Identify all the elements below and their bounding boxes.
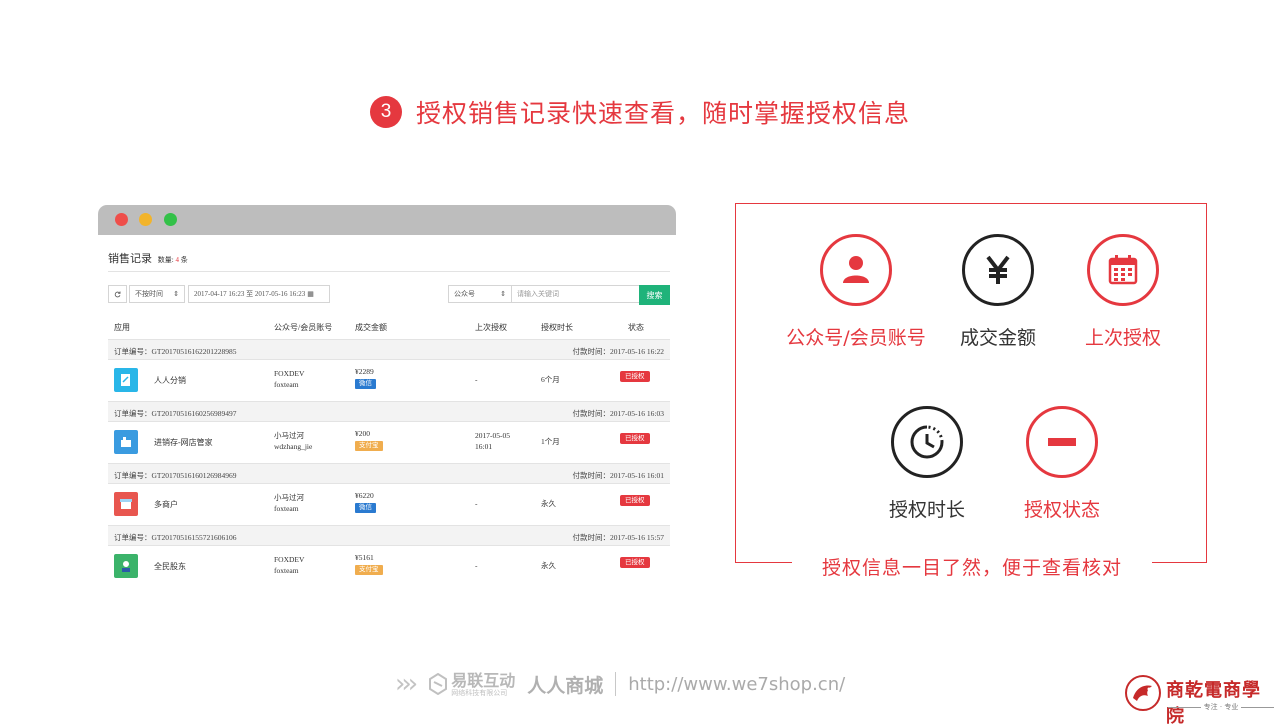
app-icon [114, 430, 138, 454]
duration-cell: 1个月 [541, 437, 560, 446]
order-row: 订单编号：GT20170516160256989497 付款时间：2017-05… [108, 401, 670, 422]
filter-bar: 不按时间 ⇕ 2017-04-17 16:23 至 2017-05-16 16:2… [108, 285, 670, 305]
duration-cell: 6个月 [541, 375, 560, 384]
account-cell: 小马过河 wdzhang_jie [274, 431, 313, 451]
col-amount: 成交金额 [355, 323, 387, 332]
amount-cell: ¥6220 微信 [355, 490, 376, 513]
feature-status: 授权状态 [992, 406, 1132, 522]
status-badge: 已授权 [620, 371, 650, 382]
pay-method-badge: 支付宝 [355, 441, 383, 451]
refresh-button[interactable] [108, 285, 127, 303]
brand-logo-yilian: 易联互动 网络科技有限公司 [428, 672, 515, 697]
title-text: 授权销售记录快速查看，随时掌握授权信息 [415, 99, 910, 128]
feature-last-auth: 上次授权 [1053, 234, 1193, 350]
calendar-icon [1087, 234, 1159, 306]
search-type-select[interactable]: 公众号 ⇕ [448, 285, 512, 303]
yen-icon [962, 234, 1034, 306]
status-badge: 已授权 [620, 433, 650, 444]
academy-emblem-icon [1125, 675, 1161, 711]
calendar-small-icon: ▦ [307, 290, 314, 298]
search-input[interactable]: 请输入关键词 [511, 285, 641, 303]
academy-logo: 商乾電商學院 专注 · 专业 [1124, 674, 1274, 727]
app-name: 进销存-网店管家 [154, 438, 213, 447]
last-auth-cell: - [475, 375, 478, 384]
feature-duration: 授权时长 [857, 406, 997, 522]
record-header: 销售记录 数量: 4 条 [108, 250, 670, 272]
amount-cell: ¥2289 微信 [355, 366, 376, 389]
close-window-button[interactable] [115, 213, 128, 226]
amount-cell: ¥200 支付宝 [355, 428, 383, 451]
record-count: 数量: 4 条 [157, 256, 188, 264]
brand-logo-renren: 人人商城 [527, 674, 604, 697]
order-row: 订单编号：GT20170516155721606106 付款时间：2017-05… [108, 525, 670, 546]
pay-method-badge: 支付宝 [355, 565, 383, 575]
feature-account: 公众号/会员账号 [786, 234, 926, 350]
app-icon [114, 492, 138, 516]
browser-window: 销售记录 数量: 4 条 不按时间 ⇕ 2017-04-17 16:23 至 20… [98, 205, 676, 590]
last-auth-cell: - [475, 499, 478, 508]
footer-arrows: ››› [395, 669, 418, 699]
last-auth-cell: 2017-05-05 16:01 [475, 431, 510, 451]
table-row[interactable]: 进销存-网店管家 小马过河 wdzhang_jie ¥200 支付宝 2017-05… [108, 422, 670, 462]
app-name: 人人分销 [154, 376, 186, 385]
window-titlebar [98, 205, 676, 235]
col-last-auth: 上次授权 [475, 323, 507, 332]
footer: ››› 易联互动 网络科技有限公司 人人商城 http://www.we7sho… [395, 667, 845, 701]
user-icon [820, 234, 892, 306]
col-app: 应用 [114, 323, 130, 332]
sales-record-page: 销售记录 数量: 4 条 不按时间 ⇕ 2017-04-17 16:23 至 20… [98, 235, 676, 590]
amount-cell: ¥5161 支付宝 [355, 552, 383, 575]
feature-amount: 成交金额 [928, 234, 1068, 350]
status-badge: 已授权 [620, 495, 650, 506]
account-cell: FOXDEV foxteam [274, 555, 305, 575]
pay-method-badge: 微信 [355, 379, 376, 389]
duration-cell: 永久 [541, 499, 556, 508]
feature-panel: 公众号/会员账号 成交金额 上次授权 授权时长 授权状态 授权信息一目了然，便于… [735, 203, 1207, 580]
maximize-window-button[interactable] [164, 213, 177, 226]
app-name: 多商户 [154, 500, 178, 509]
website-link[interactable]: http://www.we7shop.cn/ [628, 674, 845, 695]
time-filter-select[interactable]: 不按时间 ⇕ [129, 285, 185, 303]
account-cell: 小马过河 foxteam [274, 493, 304, 513]
minimize-window-button[interactable] [139, 213, 152, 226]
table-row[interactable]: 人人分销 FOXDEV foxteam ¥2289 微信 - 6个月 已授权 [108, 360, 670, 400]
slide-title: 3 授权销售记录快速查看，随时掌握授权信息 [0, 94, 1280, 130]
record-title: 销售记录 [108, 253, 152, 265]
col-status: 状态 [628, 323, 644, 332]
duration-cell: 永久 [541, 561, 556, 570]
yilian-logo-icon [429, 673, 448, 695]
select-arrows-icon: ⇕ [500, 290, 506, 298]
clock-icon [891, 406, 963, 478]
date-range-picker[interactable]: 2017-04-17 16:23 至 2017-05-16 16:23 ▦ [188, 285, 330, 303]
table-header: 应用 公众号/会员账号 成交金额 上次授权 授权时长 状态 [108, 322, 670, 338]
status-badge: 已授权 [620, 557, 650, 568]
table-row[interactable]: 全民股东 FOXDEV foxteam ¥5161 支付宝 - 永久 已授权 [108, 546, 670, 586]
col-account: 公众号/会员账号 [274, 323, 333, 332]
order-row: 订单编号：GT20170516160126984969 付款时间：2017-05… [108, 463, 670, 484]
table-row[interactable]: 多商户 小马过河 foxteam ¥6220 微信 - 永久 已授权 [108, 484, 670, 524]
app-name: 全民股东 [154, 562, 186, 571]
app-icon [114, 554, 138, 578]
account-cell: FOXDEV foxteam [274, 369, 305, 389]
footer-divider [615, 672, 617, 696]
pay-method-badge: 微信 [355, 503, 376, 513]
search-button[interactable]: 搜索 [639, 285, 670, 305]
panel-caption: 授权信息一目了然，便于查看核对 [792, 553, 1152, 580]
last-auth-cell: - [475, 561, 478, 570]
step-number-badge: 3 [369, 96, 402, 128]
minus-icon [1026, 406, 1098, 478]
order-row: 订单编号：GT20170516162201228985 付款时间：2017-05… [108, 339, 670, 360]
select-arrows-icon: ⇕ [173, 290, 179, 298]
refresh-icon [114, 291, 121, 297]
app-icon [114, 368, 138, 392]
col-duration: 授权时长 [541, 323, 573, 332]
